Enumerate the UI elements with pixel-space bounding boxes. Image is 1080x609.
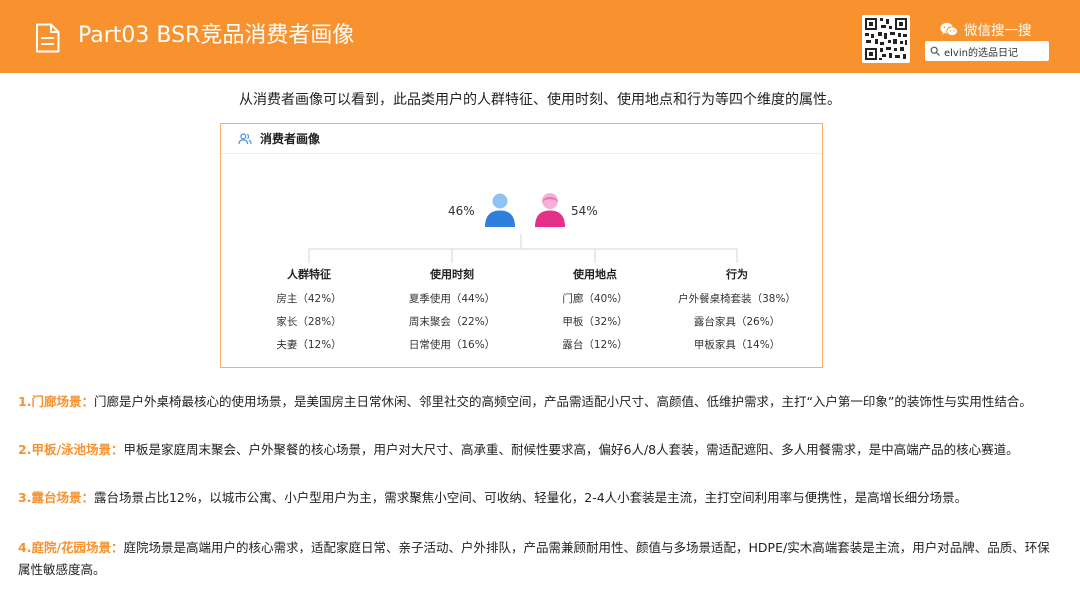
search-box[interactable]: elvin的选品日记 (925, 41, 1049, 61)
column-behavior: 行为 户外餐桌椅套装（38%） 露台家具（26%） 甲板家具（14%） (662, 267, 812, 360)
list-item: 夫妻（12%） (276, 339, 342, 351)
column-usage-location: 使用地点 门廊（40%） 甲板（32%） 露台（12%） (520, 267, 670, 360)
list-item: 露台（12%） (562, 339, 628, 351)
search-text: elvin的选品日记 (944, 47, 1018, 59)
list-item: 甲板（32%） (562, 316, 628, 328)
consumer-profile-card: 消费者画像 46% 54% 人群特征 房主（42%） 家长（28%） 夫妻（12… (220, 123, 823, 368)
list-item: 甲板家具（14%） (693, 339, 781, 351)
list-item: 户外餐桌椅套装（38%） (678, 293, 796, 305)
paragraph-text: 甲板是家庭周末聚会、户外聚餐的核心场景，用户对大尺寸、高承重、耐候性要求高，偏好… (123, 442, 1019, 457)
document-icon (36, 23, 60, 53)
paragraph-deck-scene: 2.甲板/泳池场景：甲板是家庭周末聚会、户外聚餐的核心场景，用户对大尺寸、高承重… (18, 439, 1058, 461)
wechat-icon (940, 22, 958, 36)
column-title: 人群特征 (287, 268, 331, 281)
column-demographics: 人群特征 房主（42%） 家长（28%） 夫妻（12%） (234, 267, 384, 360)
list-item: 门廊（40%） (562, 293, 628, 305)
column-title: 使用地点 (573, 268, 617, 281)
list-item: 日常使用（16%） (408, 339, 496, 351)
search-icon (930, 46, 940, 56)
paragraph-patio-scene: 3.露台场景：露台场景占比12%，以城市公寓、小户型用户为主，需求聚焦小空间、可… (18, 487, 1058, 509)
column-title: 行为 (726, 268, 748, 281)
list-item: 家长（28%） (276, 316, 342, 328)
intro-text: 从消费者画像可以看到，此品类用户的人群特征、使用时刻、使用地点和行为等四个维度的… (239, 92, 841, 108)
list-item: 夏季使用（44%） (408, 293, 496, 305)
paragraph-label: 3.露台场景： (18, 490, 94, 505)
wechat-search-label: 微信搜一搜 (940, 19, 1032, 39)
page-title: Part03 BSR竞品消费者画像 (78, 23, 355, 48)
paragraph-label: 4.庭院/花园场景： (18, 540, 124, 555)
list-item: 周末聚会（22%） (408, 316, 496, 328)
wechat-search-text: 微信搜一搜 (964, 23, 1032, 39)
paragraph-garden-scene: 4.庭院/花园场景：庭院场景是高端用户的核心需求，适配家庭日常、亲子活动、户外排… (18, 537, 1058, 581)
paragraph-label: 2.甲板/泳池场景： (18, 442, 124, 457)
paragraph-text: 露台场景占比12%，以城市公寓、小户型用户为主，需求聚焦小空间、可收纳、轻量化，… (93, 490, 968, 505)
column-title: 使用时刻 (430, 268, 474, 281)
paragraph-text: 门廊是户外桌椅最核心的使用场景，是美国房主日常休闲、邻里社交的高频空间，产品需适… (93, 394, 1032, 409)
column-usage-time: 使用时刻 夏季使用（44%） 周末聚会（22%） 日常使用（16%） (377, 267, 527, 360)
list-item: 露台家具（26%） (693, 316, 781, 328)
list-item: 房主（42%） (276, 293, 342, 305)
paragraph-text: 庭院场景是高端用户的核心需求，适配家庭日常、亲子活动、户外排队，产品需兼顾耐用性… (18, 540, 1050, 577)
paragraph-label: 1.门廊场景： (18, 394, 94, 409)
qr-code (862, 15, 910, 63)
paragraph-porch-scene: 1.门廊场景：门廊是户外桌椅最核心的使用场景，是美国房主日常休闲、邻里社交的高频… (18, 391, 1058, 413)
page-header: Part03 BSR竞品消费者画像 微信搜一搜 elvin的选品日记 (0, 0, 1080, 73)
